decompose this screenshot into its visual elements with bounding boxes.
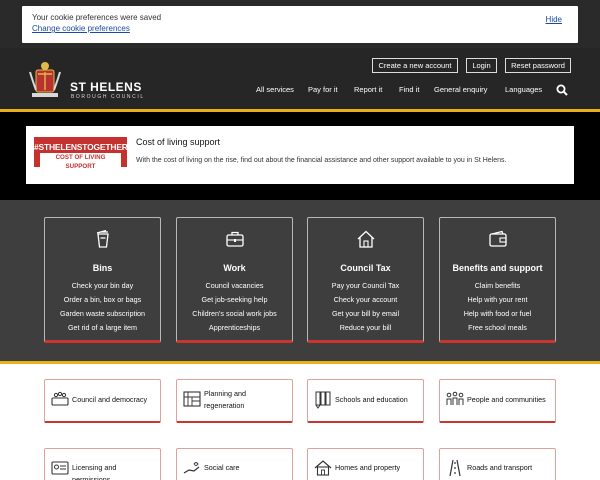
reset-password-button[interactable]: Reset password <box>505 58 571 73</box>
service-link[interactable]: Claim benefits <box>440 281 555 290</box>
service-title[interactable]: Benefits and support <box>440 263 555 273</box>
category-label: Homes and property <box>335 463 401 472</box>
blueprint-icon <box>183 391 201 407</box>
service-link[interactable]: Children's social work jobs <box>177 309 292 318</box>
cost-of-living-description: With the cost of living on the rise, fin… <box>136 157 507 164</box>
nav-pay-for-it[interactable]: Pay for it <box>308 85 338 94</box>
service-link[interactable]: Help with food or fuel <box>440 309 555 318</box>
briefcase-icon <box>226 231 244 247</box>
nav-general-enquiry[interactable]: General enquiry <box>434 85 487 94</box>
category-schools-education[interactable]: Schools and education <box>307 379 424 423</box>
category-licensing-permissions[interactable]: Licensing and permissions <box>44 448 161 480</box>
brand-subtitle: BOROUGH COUNCIL <box>71 94 145 100</box>
service-link[interactable]: Reduce your bill <box>308 323 423 332</box>
service-link[interactable]: Order a bin, box or bags <box>45 295 160 304</box>
hide-cookie-banner-link[interactable]: Hide <box>546 15 562 24</box>
service-card-work[interactable]: Work Council vacancies Get job-seeking h… <box>176 217 293 343</box>
category-roads-transport[interactable]: Roads and transport <box>439 448 556 480</box>
council-chamber-icon <box>51 391 69 406</box>
badge-line2: COST OF LIVING SUPPORT <box>40 153 121 171</box>
pencils-icon <box>315 391 331 409</box>
category-label: Schools and education <box>335 395 408 404</box>
category-council-democracy[interactable]: Council and democracy <box>44 379 161 423</box>
service-link[interactable]: Check your bin day <box>45 281 160 290</box>
nav-find-it[interactable]: Find it <box>399 85 419 94</box>
service-title[interactable]: Work <box>177 263 292 273</box>
change-cookie-preferences-link[interactable]: Change cookie preferences <box>32 24 130 33</box>
category-label: Council and democracy <box>72 395 148 404</box>
nav-report-it[interactable]: Report it <box>354 85 382 94</box>
caring-hand-icon <box>183 462 200 474</box>
service-link[interactable]: Get your bill by email <box>308 309 423 318</box>
cost-of-living-card[interactable]: #STHELENSTOGETHER COST OF LIVING SUPPORT… <box>26 126 574 184</box>
wallet-icon <box>489 230 507 247</box>
service-link[interactable]: Free school meals <box>440 323 555 332</box>
service-link[interactable]: Get rid of a large item <box>45 323 160 332</box>
login-button[interactable]: Login <box>466 58 497 73</box>
sthelens-together-badge: #STHELENSTOGETHER COST OF LIVING SUPPORT <box>34 137 128 171</box>
badge-line1: #STHELENSTOGETHER <box>34 142 128 152</box>
cookie-message-box: Your cookie preferences were saved Chang… <box>22 6 578 43</box>
people-group-icon <box>446 391 464 405</box>
cost-of-living-title[interactable]: Cost of living support <box>136 137 220 147</box>
service-link[interactable]: Get job-seeking help <box>177 295 292 304</box>
service-link[interactable]: Apprenticeships <box>177 323 292 332</box>
house-icon <box>357 230 375 248</box>
category-label: Roads and transport <box>467 463 533 472</box>
cookie-message: Your cookie preferences were saved <box>32 13 162 22</box>
road-icon <box>449 459 461 477</box>
category-planning-regeneration[interactable]: Planning and regeneration <box>176 379 293 423</box>
service-link[interactable]: Council vacancies <box>177 281 292 290</box>
service-title[interactable]: Council Tax <box>308 263 423 273</box>
service-card-bins[interactable]: Bins Check your bin day Order a bin, box… <box>44 217 161 343</box>
service-link[interactable]: Help with your rent <box>440 295 555 304</box>
service-link[interactable]: Pay your Council Tax <box>308 281 423 290</box>
service-title[interactable]: Bins <box>45 263 160 273</box>
crest-logo-icon[interactable] <box>28 60 62 100</box>
category-social-care[interactable]: Social care <box>176 448 293 480</box>
nav-languages[interactable]: Languages <box>505 85 542 94</box>
create-account-button[interactable]: Create a new account <box>372 58 458 73</box>
bin-icon <box>96 229 109 248</box>
category-people-communities[interactable]: People and communities <box>439 379 556 423</box>
category-label: Social care <box>204 463 240 472</box>
category-homes-property[interactable]: Homes and property <box>307 448 424 480</box>
brand-name[interactable]: ST HELENS <box>70 80 142 94</box>
category-label: People and communities <box>467 395 546 404</box>
service-card-benefits[interactable]: Benefits and support Claim benefits Help… <box>439 217 556 343</box>
category-label: Planning and regeneration <box>204 389 246 410</box>
category-label: Licensing and permissions <box>72 463 117 480</box>
service-link[interactable]: Garden waste subscription <box>45 309 160 318</box>
cookie-banner: Your cookie preferences were saved Chang… <box>0 0 600 48</box>
license-card-icon <box>51 461 69 475</box>
search-icon[interactable] <box>556 84 568 96</box>
services-accent-rule <box>0 361 600 364</box>
nav-all-services[interactable]: All services <box>256 85 294 94</box>
service-card-council-tax[interactable]: Council Tax Pay your Council Tax Check y… <box>307 217 424 343</box>
home-property-icon <box>314 460 332 476</box>
service-link[interactable]: Check your account <box>308 295 423 304</box>
